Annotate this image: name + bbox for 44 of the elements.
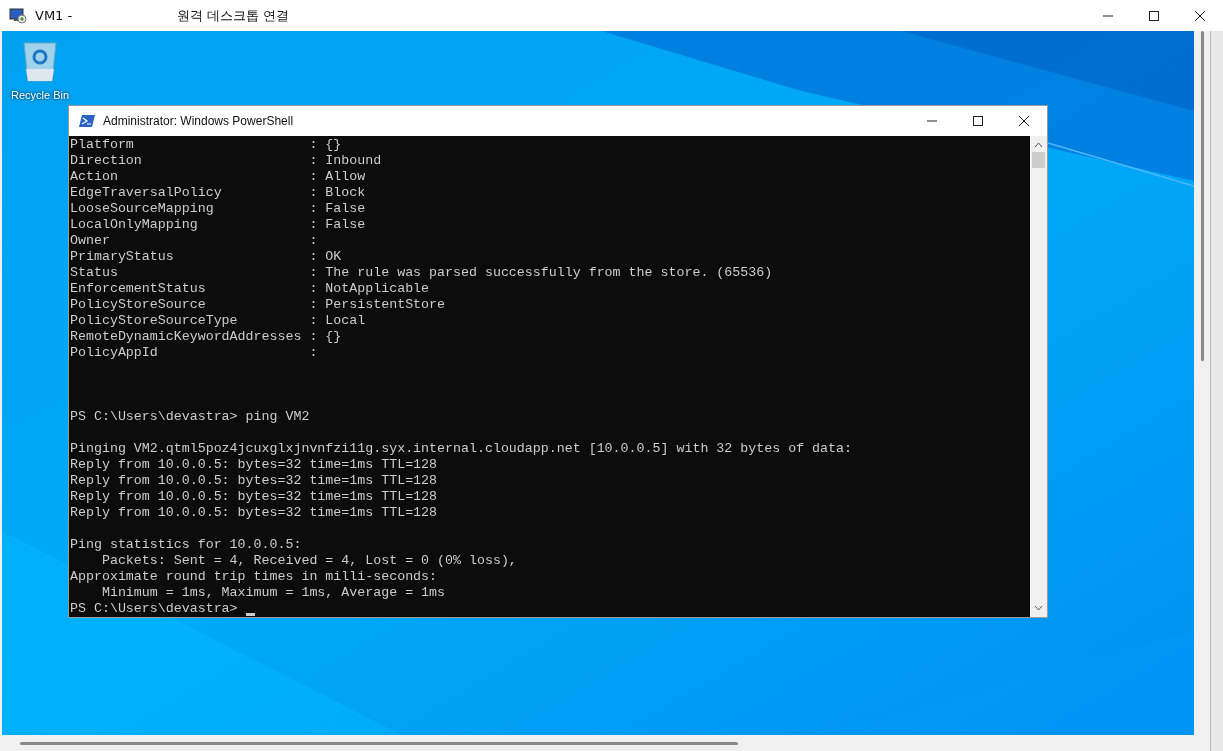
console-line: PolicyStoreSourceType : Local [70,313,367,329]
console-line: Action : Allow [70,169,367,185]
window-title: VM1 - [35,8,74,23]
console-line: Reply from 10.0.0.5: bytes=32 time=1ms TTL=128 [70,473,439,489]
powershell-icon [79,114,95,128]
console-line: EnforcementStatus : NotApplicable [70,281,431,297]
scroll-thumb[interactable] [1200,31,1204,361]
console-line: RemoteDynamicKeywordAddresses : {} [70,329,343,345]
scroll-thumb[interactable] [1032,152,1045,168]
window-subtitle: 원격 데스크톱 연결 [177,6,290,25]
console-line: EdgeTraversalPolicy : Block [70,185,367,201]
console-line: Platform : {} [70,137,343,153]
console-line: Ping statistics for 10.0.0.5: [70,537,303,553]
console-line: Owner : [70,233,319,249]
console-line: PolicyAppId : [70,345,319,361]
console-line: Approximate round trip times in milli-seconds: [70,569,439,585]
recycle-bin-icon [20,39,60,83]
console-line: PrimaryStatus : OK [70,249,343,265]
desktop-icon[interactable]: Recycle Bin [8,39,72,101]
scroll-up-icon [1034,142,1043,148]
text-cursor [245,613,255,616]
close-icon [1195,10,1205,21]
scroll-down-icon [1034,605,1043,611]
console-line: Direction : Inbound [70,153,383,169]
window-title: Administrator: Windows PowerShell [103,114,294,128]
console-line: Packets: Sent = 4, Received = 4, Lost = 0 (0% loss), [100,553,518,569]
console-line: Reply from 10.0.0.5: bytes=32 time=1ms TTL=128 [70,489,439,505]
console-line: PolicyStoreSource : PersistentStore [70,297,447,313]
console-line: Minimum = 1ms, Maximum = 1ms, Average = 1ms [100,585,447,601]
close-icon [1019,116,1029,126]
vertical-scrollbar[interactable] [1030,136,1047,617]
scroll-thumb[interactable] [20,741,738,745]
monitor-icon [9,7,27,24]
desktop-icon-label: Recycle Bin [10,89,70,101]
console-line: PS C:\Users\devastra> ping VM2 [70,409,311,425]
console-line: Reply from 10.0.0.5: bytes=32 time=1ms TTL=128 [70,457,439,473]
console-prompt: PS C:\Users\devastra> [70,601,239,617]
console-line: Pinging VM2.qtml5poz4jcuxglxjnvnfzi11g.syx.internal.cloudapp.net [10.0.0.5] with 32 bytes of data: [70,441,853,457]
console-line: LocalOnlyMapping : False [70,217,367,233]
maximize-icon [973,116,983,126]
console-line: Status : The rule was parsed successfully from the store. (65536) [70,265,774,281]
console-line: LooseSourceMapping : False [70,201,367,217]
console-line: Reply from 10.0.0.5: bytes=32 time=1ms TTL=128 [70,505,439,521]
maximize-icon [1149,10,1159,21]
